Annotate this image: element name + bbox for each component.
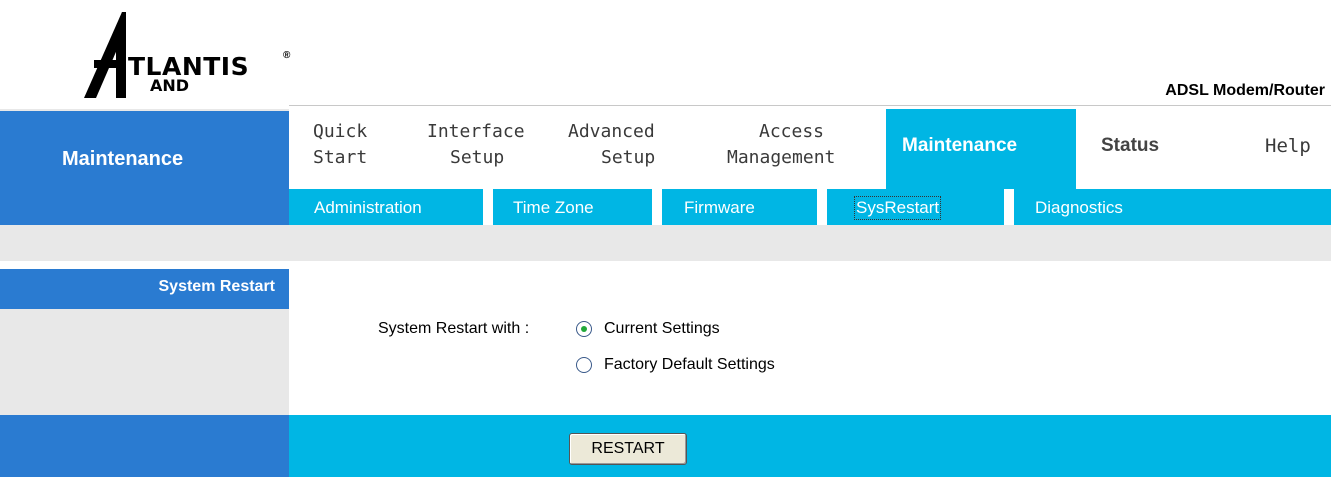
section-left-panel xyxy=(0,309,289,415)
footer-left-panel xyxy=(0,415,289,477)
nav-maintenance-label: Maintenance xyxy=(902,135,1018,156)
option-current-settings[interactable]: Current Settings xyxy=(576,320,720,338)
spacer-gap xyxy=(0,261,1331,269)
subnav-separator xyxy=(1004,189,1014,225)
nav-access-management[interactable]: Access Management xyxy=(727,109,867,189)
spacer-band xyxy=(0,225,1331,261)
brand-logo: TLANTIS ® AND xyxy=(0,0,360,102)
nav-interface-setup[interactable]: Interface Setup xyxy=(427,109,537,189)
subnav-firmware[interactable]: Firmware xyxy=(684,198,755,218)
subnav-separator xyxy=(483,189,493,225)
nav-quick-start-line2: Start xyxy=(313,147,368,168)
nav-maintenance[interactable]: Maintenance xyxy=(886,109,1076,189)
option-factory-default-label: Factory Default Settings xyxy=(604,356,775,373)
nav-access-management-line2: Management xyxy=(727,147,836,168)
page-title: Maintenance xyxy=(62,148,184,170)
nav-quick-start-line1: Quick xyxy=(313,121,368,142)
subnav-separator xyxy=(652,189,662,225)
nav-interface-setup-line2: Setup xyxy=(450,147,505,168)
option-factory-default[interactable]: Factory Default Settings xyxy=(576,356,775,374)
nav-access-management-line1: Access xyxy=(759,121,825,142)
footer-bar xyxy=(289,415,1331,477)
section-title: System Restart xyxy=(158,278,276,295)
restart-button[interactable]: RESTART xyxy=(569,433,687,465)
nav-advanced-setup[interactable]: Advanced Setup xyxy=(568,109,678,189)
main-nav: Quick Start Interface Setup Advanced Set… xyxy=(289,109,1331,189)
product-name: ADSL Modem/Router xyxy=(1165,82,1325,99)
radio-current-settings[interactable] xyxy=(576,321,592,337)
subnav-diagnostics[interactable]: Diagnostics xyxy=(1035,198,1123,218)
nav-status[interactable]: Status xyxy=(1101,135,1159,157)
radio-factory-default[interactable] xyxy=(576,357,592,373)
nav-quick-start[interactable]: Quick Start xyxy=(313,109,383,189)
header-divider xyxy=(289,105,1331,106)
nav-interface-setup-line1: Interface xyxy=(427,121,525,142)
subnav-separator xyxy=(817,189,827,225)
nav-advanced-setup-line2: Setup xyxy=(601,147,656,168)
restart-option-label: System Restart with : xyxy=(378,320,530,337)
section-header: System Restart xyxy=(0,269,289,309)
logo-and-text: AND xyxy=(150,76,190,95)
registered-mark: ® xyxy=(283,50,291,61)
subnav-sysrestart[interactable]: SysRestart xyxy=(853,196,942,220)
nav-help[interactable]: Help xyxy=(1265,135,1311,157)
sub-nav: Administration Time Zone Firmware SysRes… xyxy=(289,189,1331,225)
subnav-administration[interactable]: Administration xyxy=(314,198,422,218)
subnav-time-zone[interactable]: Time Zone xyxy=(513,198,594,218)
option-current-settings-label: Current Settings xyxy=(604,320,720,337)
nav-advanced-setup-line1: Advanced xyxy=(568,121,655,142)
